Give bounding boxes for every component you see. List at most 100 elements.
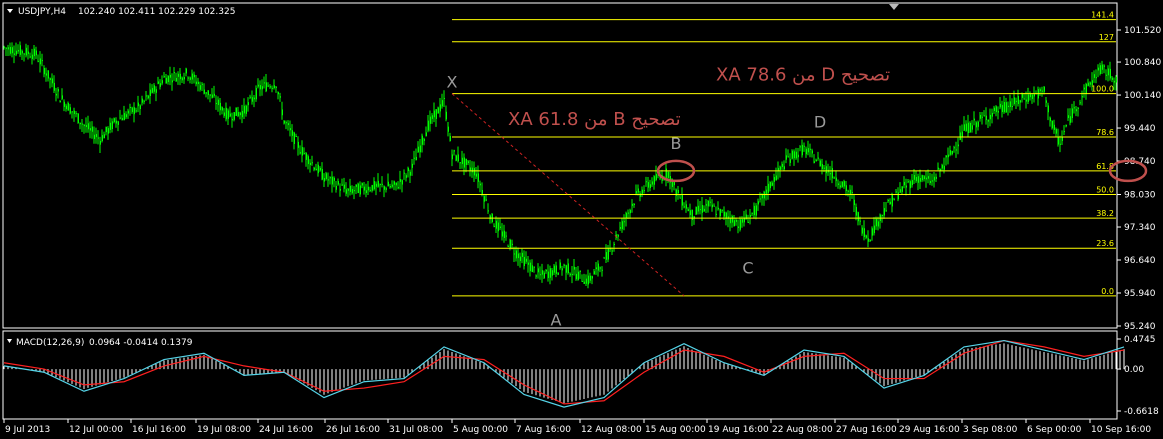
- candle-body: [379, 184, 381, 186]
- candle-body: [813, 161, 815, 164]
- candle-body: [667, 171, 669, 178]
- candle-body: [837, 183, 839, 185]
- chart-canvas[interactable]: 141.4127100.078.661.850.038.223.60.0 101…: [0, 0, 1163, 439]
- candle-body: [235, 107, 237, 116]
- candle-body: [561, 268, 563, 271]
- candle-body: [1081, 96, 1083, 98]
- candle-body: [223, 112, 225, 116]
- candle-body: [649, 184, 651, 189]
- candle-body: [231, 118, 233, 121]
- candle-body: [123, 113, 125, 121]
- candle-body: [931, 180, 933, 182]
- shift-marker-icon[interactable]: [889, 4, 899, 10]
- candle-body: [405, 175, 407, 178]
- candle-body: [1109, 68, 1111, 79]
- candle-body: [799, 146, 801, 148]
- time-tick-label: 5 Aug 00:00: [453, 425, 508, 435]
- candle-body: [1053, 124, 1055, 130]
- candle-body: [265, 82, 267, 92]
- fib-level-label: 38.2: [1096, 209, 1114, 218]
- time-tick-label: 16 Jul 16:00: [132, 425, 186, 435]
- candle-body: [999, 103, 1001, 108]
- candle-body: [875, 218, 877, 227]
- candle-body: [469, 167, 471, 171]
- fib-level-label: 78.6: [1096, 128, 1114, 137]
- candle-body: [553, 265, 555, 273]
- candle-body: [139, 105, 141, 109]
- candle-body: [869, 240, 871, 242]
- candle-body: [1049, 117, 1051, 122]
- time-tick-label: 27 Aug 16:00: [836, 425, 897, 435]
- candle-body: [577, 271, 579, 280]
- candle-body: [809, 148, 811, 150]
- candle-body: [1019, 100, 1021, 103]
- candle-body: [559, 262, 561, 268]
- candle-body: [315, 168, 317, 171]
- candle-body: [1015, 100, 1017, 102]
- candle-body: [1087, 82, 1089, 86]
- candle-body: [395, 182, 397, 186]
- candle-body: [417, 146, 419, 153]
- candle-body: [521, 252, 523, 257]
- candle-body: [331, 176, 333, 185]
- candle-body: [651, 181, 653, 185]
- candle-body: [319, 167, 321, 171]
- pattern-point-x: X: [447, 73, 458, 92]
- fib-level-label: 23.6: [1096, 239, 1114, 248]
- candle-body: [27, 51, 29, 54]
- candle-body: [455, 155, 457, 161]
- candle-body: [833, 177, 835, 179]
- time-tick-label: 7 Aug 16:00: [516, 425, 571, 435]
- candle-body: [1079, 102, 1081, 104]
- candle-body: [211, 94, 213, 98]
- candle-body: [447, 126, 449, 132]
- candle-body: [581, 280, 583, 282]
- candle-body: [715, 213, 717, 215]
- candle-body: [841, 181, 843, 187]
- candle-body: [599, 267, 601, 269]
- macd-dropdown-icon[interactable]: [7, 339, 12, 343]
- candle-body: [443, 98, 445, 100]
- candle-body: [165, 77, 167, 84]
- candle-body: [345, 189, 347, 194]
- candle-body: [333, 177, 335, 181]
- candle-body: [419, 145, 421, 153]
- candle-body: [1051, 120, 1053, 129]
- candle-body: [543, 272, 545, 279]
- candle-body: [603, 257, 605, 259]
- candle-body: [1059, 143, 1061, 145]
- candle-body: [237, 112, 239, 117]
- macd-tick-label: -0.6618: [1124, 407, 1159, 417]
- candle-body: [145, 95, 147, 97]
- candle-body: [375, 183, 377, 187]
- candle-body: [349, 185, 351, 192]
- candle-body: [785, 155, 787, 160]
- fib-level-label: 127: [1099, 33, 1114, 42]
- candle-body: [59, 100, 61, 103]
- candle-body: [299, 152, 301, 154]
- candle-body: [847, 190, 849, 192]
- candle-body: [797, 154, 799, 158]
- candle-body: [697, 205, 699, 212]
- candle-body: [207, 90, 209, 96]
- candle-body: [755, 205, 757, 216]
- candle-body: [321, 169, 323, 180]
- candle-body: [43, 68, 45, 75]
- candle-body: [619, 226, 621, 229]
- candle-body: [81, 123, 83, 125]
- candle-body: [735, 219, 737, 222]
- candle-body: [503, 230, 505, 238]
- candle-body: [765, 189, 767, 194]
- candle-body: [15, 50, 17, 55]
- candle-body: [225, 107, 227, 120]
- candle-body: [565, 265, 567, 273]
- dropdown-triangle-icon[interactable]: [7, 9, 13, 13]
- candle-body: [829, 173, 831, 175]
- candle-body: [1007, 105, 1009, 107]
- candle-body: [821, 164, 823, 170]
- candle-body: [159, 83, 161, 87]
- candle-body: [433, 110, 435, 118]
- candle-body: [535, 275, 537, 277]
- candle-body: [891, 194, 893, 207]
- candle-body: [647, 182, 649, 188]
